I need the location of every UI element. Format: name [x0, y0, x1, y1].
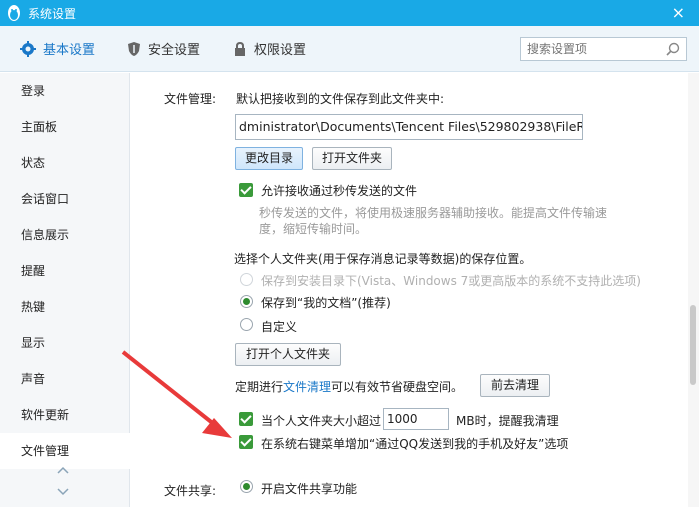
- change-dir-button[interactable]: 更改目录: [235, 147, 303, 170]
- allow-fast-transfer-checkbox[interactable]: [239, 183, 253, 197]
- personal-folder-desc: 选择个人文件夹(用于保存消息记录等数据)的保存位置。: [234, 252, 532, 266]
- cleanup-suffix: 可以有效节省硬盘空间。: [331, 380, 464, 394]
- sidebar-item-software-update[interactable]: 软件更新: [0, 397, 130, 433]
- open-personal-folder-button[interactable]: 打开个人文件夹: [235, 343, 341, 366]
- goto-cleanup-button[interactable]: 前去清理: [480, 374, 550, 397]
- tab-bar: 基本设置 安全设置 权限设置: [0, 26, 699, 72]
- save-folder-desc: 默认把接收到的文件保存到此文件夹中:: [236, 92, 445, 106]
- gear-icon: [20, 40, 36, 57]
- settings-content: 文件管理: 默认把接收到的文件保存到此文件夹中: dministrator\Do…: [130, 73, 686, 507]
- radio-my-documents-label: 保存到“我的文档”(推荐): [261, 296, 391, 310]
- radio-install-dir: [240, 273, 253, 286]
- sidebar-item-login[interactable]: 登录: [0, 73, 130, 109]
- size-reminder-prefix: 当个人文件夹大小超过: [261, 414, 382, 428]
- sidebar-item-hotkeys[interactable]: 热键: [0, 289, 130, 325]
- chevron-down-icon[interactable]: [57, 488, 69, 499]
- radio-custom-label: 自定义: [261, 320, 298, 334]
- sidebar-item-sound[interactable]: 声音: [0, 361, 130, 397]
- sidebar-item-info-display[interactable]: 信息展示: [0, 217, 130, 253]
- lock-icon: [235, 41, 245, 56]
- search-box: [520, 37, 687, 61]
- size-limit-input[interactable]: 1000: [383, 408, 449, 430]
- title-bar: 系统设置 ×: [0, 0, 699, 26]
- scrollbar-thumb[interactable]: [690, 305, 696, 385]
- tab-label: 安全设置: [148, 43, 201, 58]
- sidebar: 登录 主面板 状态 会话窗口 信息展示 提醒 热键 显示 声音 软件更新 文件管…: [0, 73, 130, 507]
- sidebar-item-chat-window[interactable]: 会话窗口: [0, 181, 130, 217]
- window-title: 系统设置: [28, 6, 77, 21]
- search-input[interactable]: [521, 38, 661, 60]
- sidebar-item-status[interactable]: 状态: [0, 145, 130, 181]
- search-icon[interactable]: [665, 41, 681, 60]
- download-path-field[interactable]: dministrator\Documents\Tencent Files\529…: [235, 114, 583, 140]
- context-menu-checkbox[interactable]: [239, 435, 253, 449]
- scrollbar[interactable]: [688, 73, 699, 507]
- tab-label: 权限设置: [254, 43, 307, 58]
- enable-file-share-label: 开启文件共享功能: [261, 482, 358, 496]
- size-reminder-suffix: MB时，提醒我清理: [456, 414, 559, 428]
- fast-transfer-desc-line2: 度，缩短传输时间。: [259, 222, 368, 236]
- tab-label: 基本设置: [43, 43, 96, 58]
- fast-transfer-desc-line1: 秒传发送的文件，将使用极速服务器辅助接收。能提高文件传输速: [259, 206, 608, 220]
- open-folder-button[interactable]: 打开文件夹: [312, 147, 392, 170]
- tab-security-settings[interactable]: 安全设置: [127, 39, 200, 58]
- cleanup-desc: 定期进行文件清理可以有效节省硬盘空间。: [235, 378, 463, 395]
- tab-permission-settings[interactable]: 权限设置: [233, 39, 306, 58]
- radio-enable-file-share[interactable]: [240, 480, 253, 493]
- context-menu-label: 在系统右键菜单增加“通过QQ发送到我的手机及好友”选项: [261, 437, 569, 451]
- sidebar-item-file-management[interactable]: 文件管理: [0, 433, 130, 469]
- allow-fast-transfer-label: 允许接收通过秒传发送的文件: [261, 184, 418, 198]
- qq-penguin-icon: [6, 4, 22, 22]
- cleanup-prefix: 定期进行: [235, 380, 284, 394]
- radio-my-documents[interactable]: [240, 295, 253, 308]
- tab-basic-settings[interactable]: 基本设置: [20, 39, 95, 58]
- sidebar-item-reminder[interactable]: 提醒: [0, 253, 130, 289]
- sidebar-item-main-panel[interactable]: 主面板: [0, 109, 130, 145]
- size-reminder-checkbox[interactable]: [239, 412, 253, 426]
- chevron-up-icon[interactable]: [57, 466, 69, 477]
- file-cleanup-link[interactable]: 文件清理: [283, 380, 331, 394]
- radio-install-dir-label: 保存到安装目录下(Vista、Windows 7或更高版本的系统不支持此选项): [261, 274, 641, 288]
- file-share-section-label: 文件共享:: [164, 484, 217, 498]
- shield-icon: [128, 41, 140, 56]
- sidebar-item-display[interactable]: 显示: [0, 325, 130, 361]
- close-button[interactable]: ×: [672, 3, 685, 22]
- radio-custom[interactable]: [240, 318, 253, 331]
- file-mgmt-section-label: 文件管理:: [164, 92, 217, 106]
